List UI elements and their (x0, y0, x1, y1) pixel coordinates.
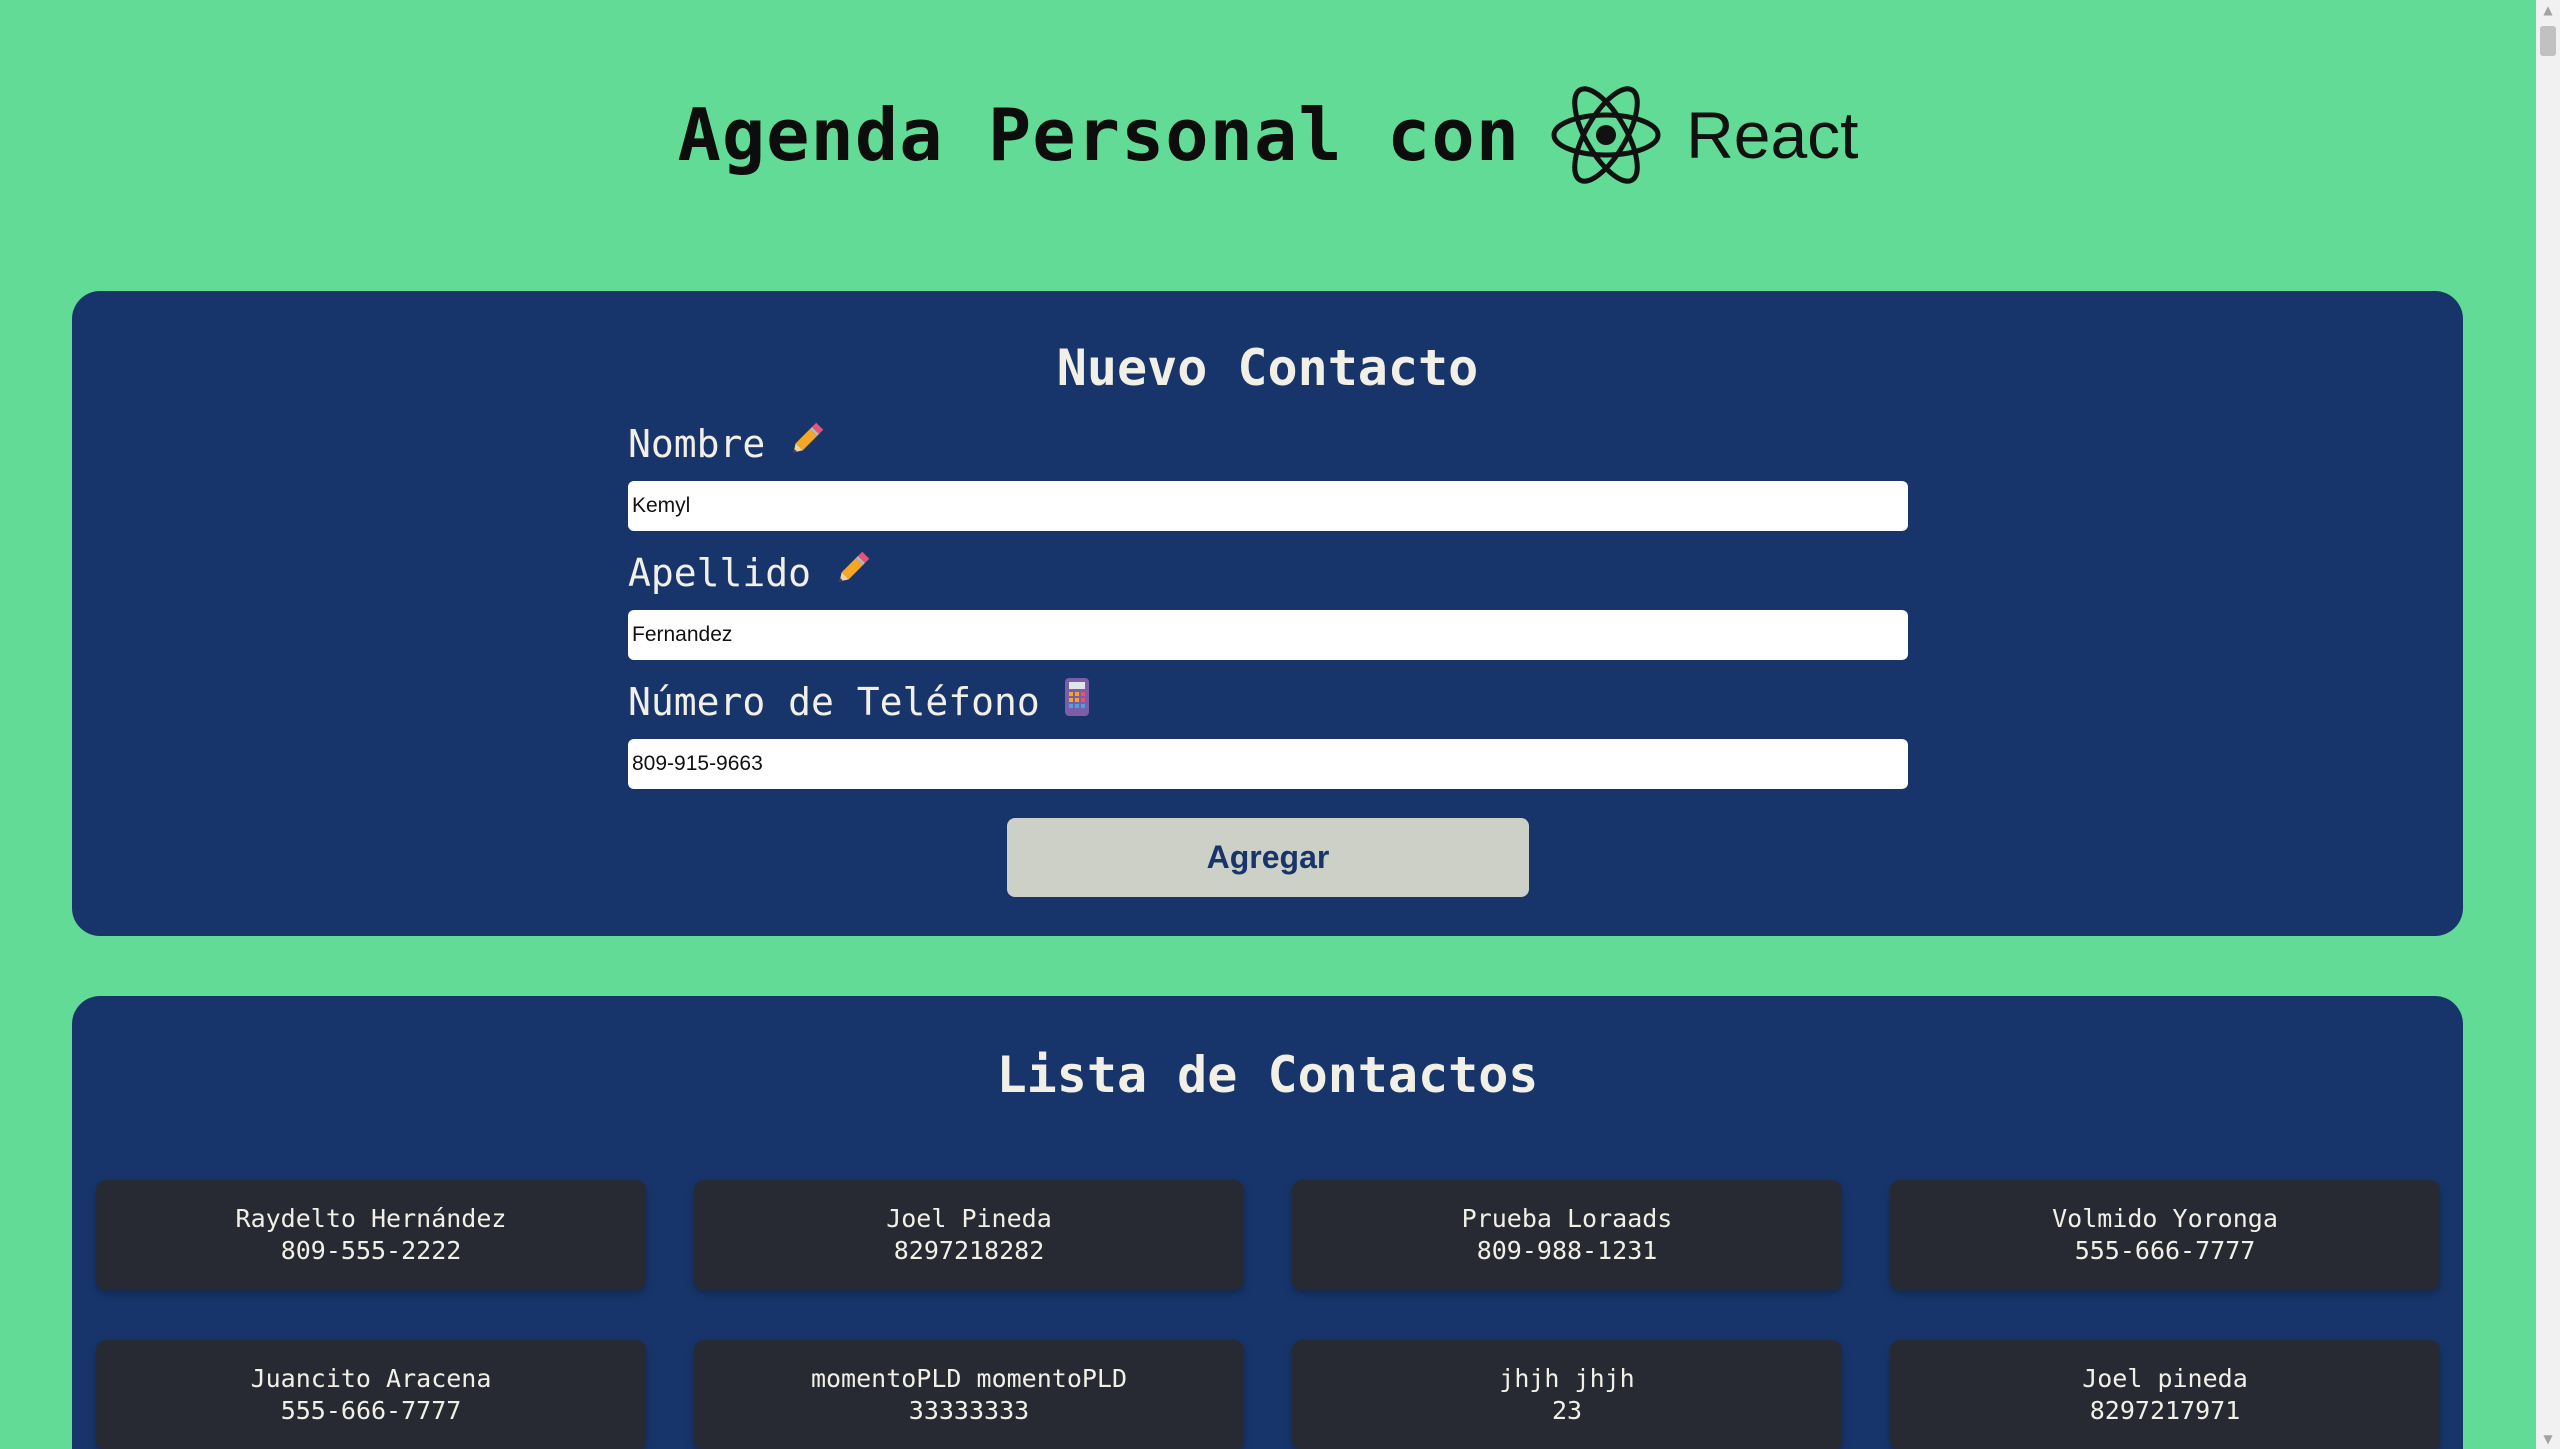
contact-name: Juancito Aracena (250, 1364, 492, 1393)
telefono-input[interactable] (628, 739, 1908, 789)
form-title: Nuevo Contacto (1056, 339, 1479, 397)
app-header: Agenda Personal con React (0, 60, 2536, 210)
contact-phone: 33333333 (908, 1396, 1030, 1425)
scroll-up-icon[interactable]: ▲ (2536, 0, 2560, 20)
telefono-label: Número de Teléfono (628, 677, 1092, 726)
new-contact-form: Nuevo Contacto Nombre Apellido (72, 291, 2463, 936)
contact-phone: 23 (1551, 1396, 1583, 1425)
apellido-label-text: Apellido (628, 550, 812, 595)
contact-card[interactable]: jhjh jhjh 23 (1292, 1340, 1842, 1449)
pencil-icon (787, 419, 827, 468)
react-wordmark: React (1686, 98, 1859, 172)
contact-name: Joel Pineda (886, 1204, 1052, 1233)
react-atom-icon (1550, 83, 1662, 187)
contact-name: Joel pineda (2082, 1364, 2248, 1393)
contact-phone: 555-666-7777 (280, 1396, 462, 1425)
contact-card[interactable]: momentoPLD momentoPLD 33333333 (694, 1340, 1244, 1449)
telefono-label-text: Número de Teléfono (628, 679, 1040, 724)
contact-list-panel: Lista de Contactos Raydelto Hernández 80… (72, 996, 2463, 1449)
agregar-button[interactable]: Agregar (1007, 818, 1529, 897)
vertical-scrollbar[interactable]: ▲ ▼ (2536, 0, 2560, 1449)
scroll-down-icon[interactable]: ▼ (2536, 1429, 2560, 1449)
contact-card[interactable]: Joel Pineda 8297218282 (694, 1180, 1244, 1290)
apellido-input[interactable] (628, 610, 1908, 660)
nombre-input[interactable] (628, 481, 1908, 531)
contact-phone: 555-666-7777 (2074, 1236, 2256, 1265)
pencil-icon (833, 548, 873, 597)
contact-name: jhjh jhjh (1499, 1364, 1635, 1393)
contact-phone: 8297218282 (893, 1236, 1045, 1265)
apellido-label: Apellido (628, 548, 873, 597)
contact-name: Prueba Loraads (1461, 1204, 1673, 1233)
contact-name: momentoPLD momentoPLD (810, 1364, 1128, 1393)
contact-name: Raydelto Hernández (235, 1204, 507, 1233)
nombre-label: Nombre (628, 419, 827, 468)
contact-name: Volmido Yoronga (2052, 1204, 2278, 1233)
calculator-icon (1062, 677, 1092, 726)
contact-card[interactable]: Raydelto Hernández 809-555-2222 (96, 1180, 646, 1290)
contact-card[interactable]: Joel pineda 8297217971 (1890, 1340, 2440, 1449)
contact-card[interactable]: Volmido Yoronga 555-666-7777 (1890, 1180, 2440, 1290)
nombre-label-text: Nombre (628, 421, 766, 466)
app-title: Agenda Personal con (677, 93, 1521, 177)
list-title: Lista de Contactos (996, 1046, 1539, 1104)
page: Agenda Personal con React Nuevo Contacto… (0, 0, 2536, 1449)
contact-card[interactable]: Prueba Loraads 809-988-1231 (1292, 1180, 1842, 1290)
contact-card[interactable]: Juancito Aracena 555-666-7777 (96, 1340, 646, 1449)
contact-phone: 809-555-2222 (280, 1236, 462, 1265)
scrollbar-thumb[interactable] (2540, 26, 2556, 56)
contact-phone: 809-988-1231 (1476, 1236, 1658, 1265)
contact-phone: 8297217971 (2089, 1396, 2241, 1425)
contact-grid: Raydelto Hernández 809-555-2222 Joel Pin… (96, 1180, 2440, 1449)
react-logo: React (1550, 83, 1859, 187)
